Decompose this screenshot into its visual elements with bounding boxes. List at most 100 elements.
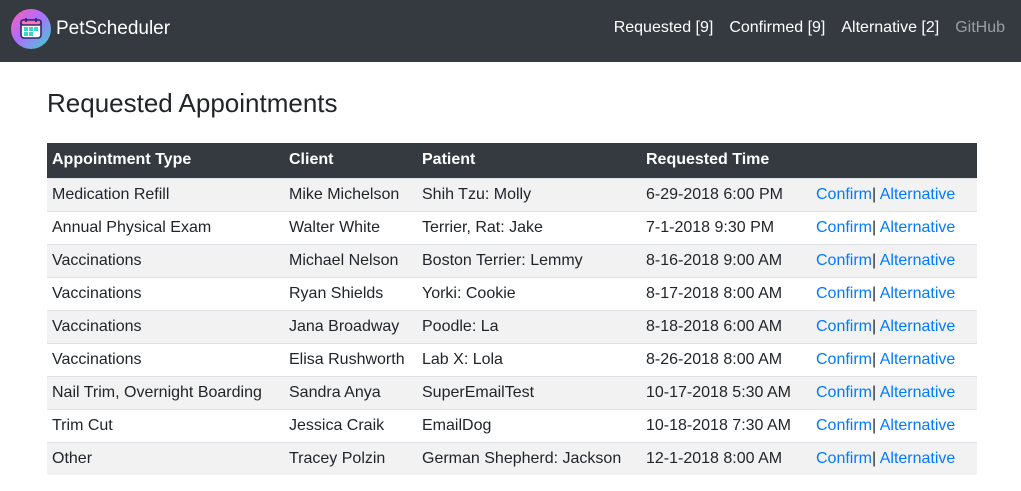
cell-appointment-type: Vaccinations [47, 243, 284, 277]
cell-requested-time: 10-17-2018 5:30 AM [641, 375, 811, 409]
confirm-link[interactable]: Confirm [816, 252, 872, 269]
appointment-type: Annual Physical Exam [52, 218, 212, 236]
confirm-link[interactable]: Confirm [816, 450, 872, 467]
cell-requested-time: 6-29-2018 6:00 PM [641, 177, 811, 211]
patient-name: Lab X: Lola [422, 350, 503, 368]
action-separator: | [872, 251, 877, 269]
nav-requested[interactable]: Requested [9] [614, 19, 714, 37]
header-actions [811, 143, 977, 178]
requested-time: 8-18-2018 6:00 AM [646, 317, 783, 335]
nav-github[interactable]: GitHub [955, 19, 1005, 37]
cell-client: Elisa Rushworth [284, 342, 417, 376]
cell-actions: Confirm| Alternative [811, 375, 977, 409]
cell-appointment-type: Vaccinations [47, 342, 284, 376]
cell-appointment-type: Trim Cut [47, 408, 284, 442]
alternative-link[interactable]: Alternative [880, 186, 956, 203]
cell-client: Mike Michelson [284, 177, 417, 211]
client-name: Michael Nelson [289, 251, 399, 269]
alternative-link[interactable]: Alternative [880, 252, 956, 269]
action-separator: | [872, 218, 877, 236]
cell-requested-time: 10-18-2018 7:30 AM [641, 408, 811, 442]
confirm-link[interactable]: Confirm [816, 285, 872, 302]
requested-time: 10-17-2018 5:30 AM [646, 383, 791, 401]
cell-actions: Confirm| Alternative [811, 243, 977, 277]
action-separator: | [872, 317, 877, 335]
brand-name: PetScheduler [56, 18, 171, 39]
appointment-type: Vaccinations [52, 284, 142, 302]
cell-client: Jana Broadway [284, 309, 417, 343]
cell-actions: Confirm| Alternative [811, 309, 977, 343]
table-row: Trim Cut Jessica Craik EmailDog 10-18-20… [47, 408, 977, 442]
cell-patient: Yorki: Cookie [417, 276, 641, 310]
cell-actions: Confirm| Alternative [811, 441, 977, 475]
cell-appointment-type: Medication Refill [47, 177, 284, 211]
appointment-type: Vaccinations [52, 251, 142, 269]
requested-time: 8-17-2018 8:00 AM [646, 284, 783, 302]
cell-requested-time: 8-17-2018 8:00 AM [641, 276, 811, 310]
confirm-link[interactable]: Confirm [816, 186, 872, 203]
alternative-link[interactable]: Alternative [880, 351, 956, 368]
nav-links: Requested [9] Confirmed [9] Alternative … [614, 19, 1005, 37]
client-name: Mike Michelson [289, 185, 400, 203]
client-name: Jana Broadway [289, 317, 400, 335]
confirm-link[interactable]: Confirm [816, 219, 872, 236]
alternative-link[interactable]: Alternative [880, 285, 956, 302]
action-separator: | [872, 383, 877, 401]
client-name: Jessica Craik [289, 416, 385, 434]
requested-time: 7-1-2018 9:30 PM [646, 218, 775, 236]
table-row: Medication Refill Mike Michelson Shih Tz… [47, 177, 977, 211]
nav-alternative[interactable]: Alternative [2] [841, 19, 939, 37]
brand-link[interactable]: PetScheduler [11, 9, 170, 49]
confirm-link[interactable]: Confirm [816, 417, 872, 434]
alternative-link[interactable]: Alternative [880, 318, 956, 335]
confirm-link[interactable]: Confirm [816, 318, 872, 335]
table-row: Nail Trim, Overnight Boarding Sandra Any… [47, 375, 977, 409]
header-appointment-type: Appointment Type [47, 143, 284, 178]
patient-name: Boston Terrier: Lemmy [422, 251, 583, 269]
client-name: Tracey Polzin [289, 449, 386, 467]
requested-time: 6-29-2018 6:00 PM [646, 185, 783, 203]
confirm-link[interactable]: Confirm [816, 351, 872, 368]
cell-appointment-type: Nail Trim, Overnight Boarding [47, 375, 284, 409]
cell-actions: Confirm| Alternative [811, 177, 977, 211]
cell-appointment-type: Vaccinations [47, 309, 284, 343]
cell-patient: Poodle: La [417, 309, 641, 343]
appointment-type: Other [52, 449, 93, 467]
table-row: Vaccinations Michael Nelson Boston Terri… [47, 243, 977, 277]
cell-actions: Confirm| Alternative [811, 210, 977, 244]
cell-patient: Terrier, Rat: Jake [417, 210, 641, 244]
appointment-type: Trim Cut [52, 416, 113, 434]
alternative-link[interactable]: Alternative [880, 219, 956, 236]
cell-patient: German Shepherd: Jackson [417, 441, 641, 475]
cell-patient: EmailDog [417, 408, 641, 442]
cell-appointment-type: Annual Physical Exam [47, 210, 284, 244]
table-row: Vaccinations Elisa Rushworth Lab X: Lola… [47, 342, 977, 376]
nav-confirmed[interactable]: Confirmed [9] [729, 19, 825, 37]
client-name: Walter White [289, 218, 380, 236]
patient-name: Yorki: Cookie [422, 284, 516, 302]
patient-name: Shih Tzu: Molly [422, 185, 532, 203]
cell-requested-time: 12-1-2018 8:00 AM [641, 441, 811, 475]
action-separator: | [872, 350, 877, 368]
cell-requested-time: 8-16-2018 9:00 AM [641, 243, 811, 277]
confirm-link[interactable]: Confirm [816, 384, 872, 401]
cell-actions: Confirm| Alternative [811, 276, 977, 310]
client-name: Elisa Rushworth [289, 350, 405, 368]
requested-time: 10-18-2018 7:30 AM [646, 416, 791, 434]
cell-requested-time: 7-1-2018 9:30 PM [641, 210, 811, 244]
alternative-link[interactable]: Alternative [880, 450, 956, 467]
action-separator: | [872, 185, 877, 203]
alternative-link[interactable]: Alternative [880, 384, 956, 401]
action-separator: | [872, 449, 877, 467]
action-separator: | [872, 284, 877, 302]
appointment-type: Medication Refill [52, 185, 170, 203]
header-patient: Patient [417, 143, 641, 178]
patient-name: Terrier, Rat: Jake [422, 218, 543, 236]
cell-appointment-type: Other [47, 441, 284, 475]
calendar-logo-icon [11, 9, 51, 49]
cell-patient: SuperEmailTest [417, 375, 641, 409]
table-row: Other Tracey Polzin German Shepherd: Jac… [47, 441, 977, 475]
alternative-link[interactable]: Alternative [880, 417, 956, 434]
cell-appointment-type: Vaccinations [47, 276, 284, 310]
patient-name: SuperEmailTest [422, 383, 535, 401]
